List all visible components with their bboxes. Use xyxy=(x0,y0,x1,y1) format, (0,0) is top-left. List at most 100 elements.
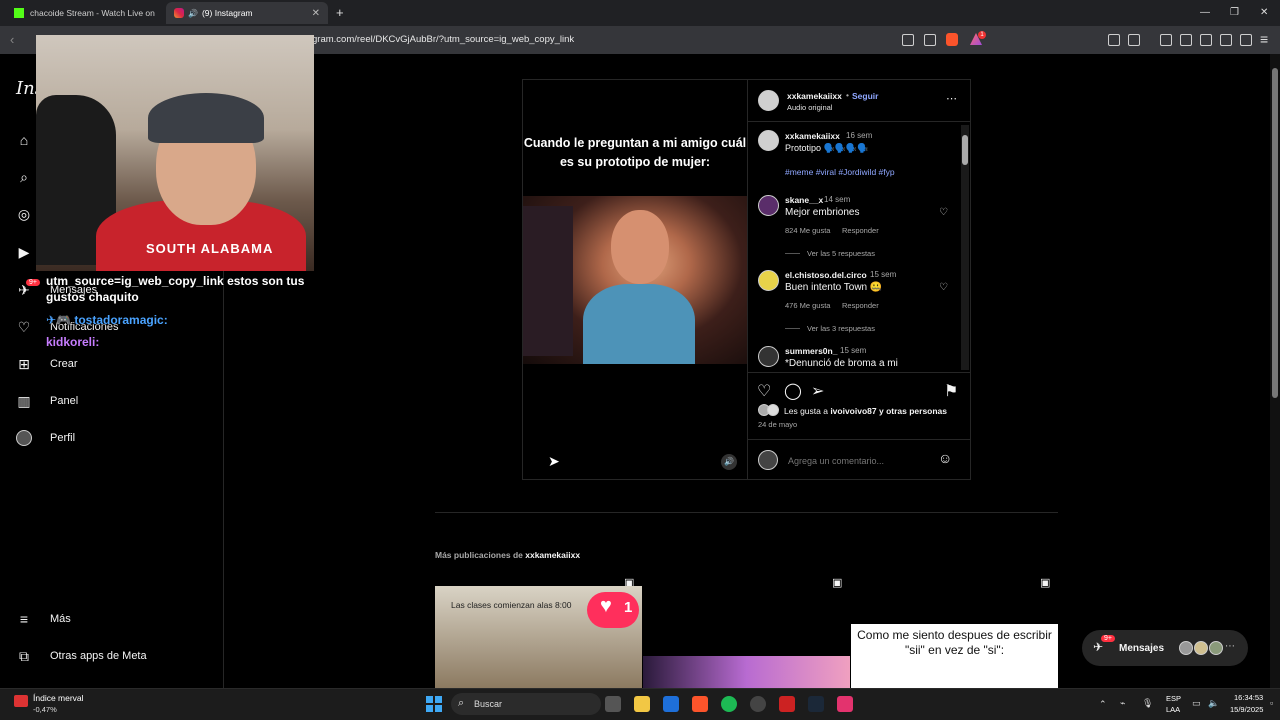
close-tab-icon[interactable]: ✕ xyxy=(312,8,320,19)
profile-avatar xyxy=(16,430,32,446)
wallet-icon[interactable] xyxy=(1200,34,1212,46)
page-scroll-thumb[interactable] xyxy=(1272,68,1278,398)
tiktok-icon[interactable] xyxy=(837,696,853,712)
emoji-icon[interactable]: ☺ xyxy=(938,450,952,466)
back-icon[interactable]: ‹ xyxy=(10,32,14,47)
leo-ai-icon[interactable] xyxy=(1220,34,1232,46)
divider xyxy=(747,121,970,122)
view-replies-button[interactable]: Ver las 3 respuestas xyxy=(807,324,875,333)
spotify-icon[interactable] xyxy=(721,696,737,712)
person-face xyxy=(611,210,669,284)
contact-avatar xyxy=(1194,641,1208,655)
follow-button[interactable]: Seguir xyxy=(852,91,878,101)
audio-label[interactable]: Audio original xyxy=(787,103,832,112)
divider xyxy=(747,372,970,373)
vpn-icon[interactable] xyxy=(1240,34,1252,46)
share-icon[interactable]: ➢ xyxy=(811,381,824,401)
share-icon[interactable] xyxy=(924,34,936,46)
new-tab-button[interactable]: + xyxy=(336,5,344,20)
notifications-icon[interactable]: ▫ xyxy=(1270,698,1273,708)
ticker-icon[interactable] xyxy=(14,695,28,707)
comment-likes[interactable]: 476 Me gusta xyxy=(785,301,830,310)
comment-icon[interactable]: ◯ xyxy=(784,381,802,401)
cast-icon[interactable] xyxy=(902,34,914,46)
steam-icon[interactable] xyxy=(808,696,824,712)
comment-time: 14 sem xyxy=(824,195,851,204)
view-replies-button[interactable]: Ver las 5 respuestas xyxy=(807,249,875,258)
caption-username[interactable]: xxkamekaiixx xyxy=(785,131,840,141)
clock-date[interactable]: 15/9/2025 xyxy=(1230,705,1263,714)
display-icon[interactable]: ▭ xyxy=(1192,698,1201,709)
clock-time[interactable]: 16:34:53 xyxy=(1234,693,1263,702)
close-window-icon[interactable]: ✕ xyxy=(1260,7,1268,18)
restore-icon[interactable]: ❐ xyxy=(1230,7,1239,18)
messenger-icon: ✈ xyxy=(1093,640,1104,654)
thumbnail-text: Las clases comienzan alas 8:00 xyxy=(451,600,572,610)
comments-scroll-thumb[interactable] xyxy=(962,135,968,165)
post-thumbnail[interactable]: Como me siento despues de escribir "sii"… xyxy=(851,624,1058,688)
caption-hashtags[interactable]: #meme #viral #Jordiwild #fyp xyxy=(785,167,895,177)
caption-avatar[interactable] xyxy=(758,130,779,151)
sidebar-toggle-icon[interactable] xyxy=(1180,34,1192,46)
bing-icon[interactable] xyxy=(663,696,679,712)
extensions-icon[interactable] xyxy=(1108,34,1120,46)
tray-chevron-icon[interactable]: ⌃ xyxy=(1099,699,1107,710)
network-icon[interactable]: ⌁ xyxy=(1120,698,1125,709)
task-view-icon[interactable] xyxy=(605,696,621,712)
more-contacts-icon: ⋯ xyxy=(1225,641,1235,652)
tab-kick-stream[interactable]: chacoide Stream - Watch Live on xyxy=(6,2,164,24)
more-options-icon[interactable]: ⋯ xyxy=(946,92,957,105)
divider xyxy=(747,439,970,440)
sidebar-item-create[interactable]: ⊞ Crear xyxy=(16,352,77,376)
comment-username[interactable]: el.chistoso.del.circo xyxy=(785,270,867,280)
screenshot-icon[interactable] xyxy=(1128,34,1140,46)
comment-like-icon[interactable]: ♡ xyxy=(939,282,948,293)
shirt-text: SOUTH ALABAMA xyxy=(146,241,274,256)
post-thumbnail[interactable]: Las clases comienzan alas 8:00 ♥ 1 xyxy=(435,586,642,688)
comment-username[interactable]: skane__x xyxy=(785,195,823,205)
likes-summary[interactable]: Les gusta a ivoivoivo87 y otras personas xyxy=(784,406,947,416)
tab-instagram[interactable]: 🔊 (9) Instagram ✕ xyxy=(166,2,328,24)
sidebar-item-profile[interactable]: Perfil xyxy=(16,426,75,450)
language-code[interactable]: ESP xyxy=(1166,694,1181,703)
minimize-icon[interactable]: — xyxy=(1200,7,1210,18)
like-icon[interactable]: ♡ xyxy=(757,381,771,401)
comment-like-icon[interactable]: ♡ xyxy=(939,207,948,218)
save-icon[interactable]: ⚑ xyxy=(944,381,958,401)
app-icon[interactable] xyxy=(750,696,766,712)
reply-button[interactable]: Responder xyxy=(842,226,879,235)
comment-username[interactable]: summers0n_ xyxy=(785,346,837,356)
comment-text: *Denunció de broma a mi xyxy=(785,358,898,369)
like-count: 1 xyxy=(624,599,633,616)
heart-icon: ♥ xyxy=(600,595,612,617)
brave-icon[interactable] xyxy=(692,696,708,712)
mute-toggle-icon[interactable]: 🔊 xyxy=(721,454,737,470)
sidebar-item-panel[interactable]: ▥ Panel xyxy=(16,389,78,413)
author-avatar[interactable] xyxy=(758,90,779,111)
file-explorer-icon[interactable] xyxy=(634,696,650,712)
reply-button[interactable]: Responder xyxy=(842,301,879,310)
language-layout[interactable]: LAA xyxy=(1166,705,1180,714)
mic-icon[interactable]: 🎙 xyxy=(1142,698,1153,709)
post-thumbnail[interactable] xyxy=(643,656,850,688)
brave-shield-icon[interactable] xyxy=(946,33,958,46)
commenter-avatar[interactable] xyxy=(758,270,779,291)
url-field[interactable]: gram.com/reel/DKCvGjAubBr/?utm_source=ig… xyxy=(312,34,574,45)
comment-input[interactable] xyxy=(786,452,930,470)
comment-likes[interactable]: 824 Me gusta xyxy=(785,226,830,235)
chat-message: kidkoreli: xyxy=(46,335,100,349)
menu-icon[interactable]: ≡ xyxy=(1260,31,1268,47)
media-icon[interactable] xyxy=(1160,34,1172,46)
thumbnail-text: Como me siento despues de escribir "sii"… xyxy=(857,628,1052,657)
contact-avatar xyxy=(1179,641,1193,655)
author-username[interactable]: xxkamekaiixx xyxy=(787,91,842,101)
app-icon[interactable] xyxy=(779,696,795,712)
ticker-name[interactable]: Índice merval xyxy=(33,693,84,703)
volume-icon[interactable]: 🔈 xyxy=(1208,698,1219,709)
windows-start-icon[interactable] xyxy=(426,696,442,712)
sidebar-item-more[interactable]: ≡ Más xyxy=(16,607,71,631)
commenter-avatar[interactable] xyxy=(758,195,779,216)
sidebar-item-meta-apps[interactable]: ⧉ Otras apps de Meta xyxy=(16,644,147,668)
commenter-avatar[interactable] xyxy=(758,346,779,367)
mouse-cursor-icon: ➤ xyxy=(548,453,560,469)
